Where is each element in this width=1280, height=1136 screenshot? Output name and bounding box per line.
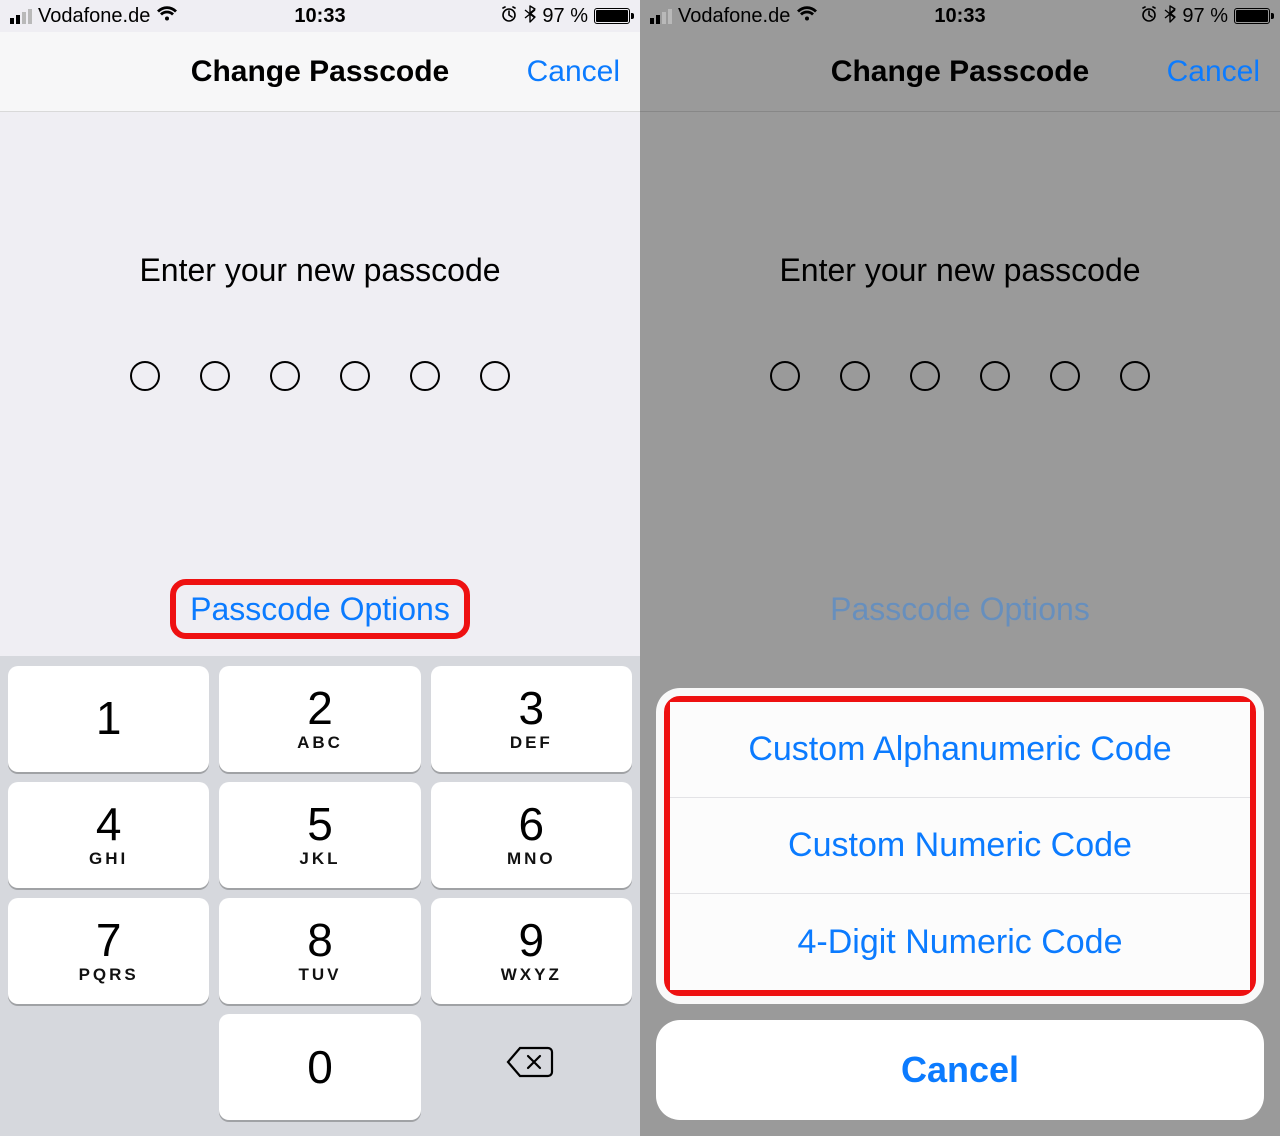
numeric-keypad: 1 2ABC 3DEF 4GHI 5JKL 6MNO 7PQRS 8TUV 9W…	[0, 656, 640, 1136]
passcode-options-button[interactable]: Passcode Options	[170, 579, 470, 639]
key-3[interactable]: 3DEF	[431, 666, 632, 772]
options-row: Passcode Options	[170, 591, 470, 628]
passcode-dots	[130, 361, 510, 391]
battery-pct: 97 %	[542, 5, 588, 28]
delete-icon	[506, 1044, 556, 1090]
signal-icon	[10, 8, 32, 24]
sheet-cancel-button[interactable]: Cancel	[656, 1020, 1264, 1120]
bluetooth-icon	[1164, 5, 1176, 28]
passcode-content: Enter your new passcode Passcode Options	[0, 112, 640, 656]
key-9[interactable]: 9WXYZ	[431, 898, 632, 1004]
nav-title: Change Passcode	[191, 55, 449, 89]
passcode-dot	[980, 361, 1010, 391]
battery-icon	[1234, 8, 1270, 24]
sheet-item-alphanumeric[interactable]: Custom Alphanumeric Code	[670, 702, 1250, 798]
sheet-options-group: Custom Alphanumeric Code Custom Numeric …	[656, 688, 1264, 1004]
passcode-prompt: Enter your new passcode	[779, 252, 1140, 289]
status-bar: Vodafone.de 10:33 97 %	[640, 0, 1280, 32]
key-7[interactable]: 7PQRS	[8, 898, 209, 1004]
key-0[interactable]: 0	[219, 1014, 420, 1120]
sheet-item-4digit[interactable]: 4-Digit Numeric Code	[670, 894, 1250, 990]
status-time: 10:33	[934, 5, 985, 28]
passcode-dot	[840, 361, 870, 391]
key-blank	[8, 1014, 209, 1120]
battery-icon	[594, 8, 630, 24]
wifi-icon	[156, 6, 178, 27]
screen-left: Vodafone.de 10:33 97 % Change Passcode C…	[0, 0, 640, 1136]
passcode-dot	[1120, 361, 1150, 391]
passcode-prompt: Enter your new passcode	[139, 252, 500, 289]
passcode-dot	[770, 361, 800, 391]
key-1[interactable]: 1	[8, 666, 209, 772]
passcode-dot	[130, 361, 160, 391]
carrier-label: Vodafone.de	[678, 5, 790, 28]
battery-pct: 97 %	[1182, 5, 1228, 28]
nav-cancel-button[interactable]: Cancel	[527, 55, 620, 89]
passcode-dot	[480, 361, 510, 391]
options-row: Passcode Options	[816, 591, 1104, 628]
key-delete[interactable]	[431, 1014, 632, 1120]
nav-cancel-button[interactable]: Cancel	[1167, 55, 1260, 89]
nav-bar: Change Passcode Cancel	[640, 32, 1280, 112]
passcode-dot	[340, 361, 370, 391]
action-sheet: Custom Alphanumeric Code Custom Numeric …	[656, 688, 1264, 1120]
nav-title: Change Passcode	[831, 55, 1089, 89]
alarm-icon	[1140, 5, 1158, 28]
carrier-label: Vodafone.de	[38, 5, 150, 28]
bluetooth-icon	[524, 5, 536, 28]
alarm-icon	[500, 5, 518, 28]
key-6[interactable]: 6MNO	[431, 782, 632, 888]
passcode-dot	[410, 361, 440, 391]
key-8[interactable]: 8TUV	[219, 898, 420, 1004]
passcode-dot	[200, 361, 230, 391]
passcode-options-button[interactable]: Passcode Options	[816, 585, 1104, 633]
key-2[interactable]: 2ABC	[219, 666, 420, 772]
wifi-icon	[796, 6, 818, 27]
sheet-item-numeric[interactable]: Custom Numeric Code	[670, 798, 1250, 894]
signal-icon	[650, 8, 672, 24]
status-bar: Vodafone.de 10:33 97 %	[0, 0, 640, 32]
passcode-dots	[770, 361, 1150, 391]
nav-bar: Change Passcode Cancel	[0, 32, 640, 112]
passcode-dot	[270, 361, 300, 391]
status-time: 10:33	[294, 5, 345, 28]
key-5[interactable]: 5JKL	[219, 782, 420, 888]
screen-right: Vodafone.de 10:33 97 % Change Passcode C…	[640, 0, 1280, 1136]
passcode-dot	[910, 361, 940, 391]
passcode-dot	[1050, 361, 1080, 391]
key-4[interactable]: 4GHI	[8, 782, 209, 888]
